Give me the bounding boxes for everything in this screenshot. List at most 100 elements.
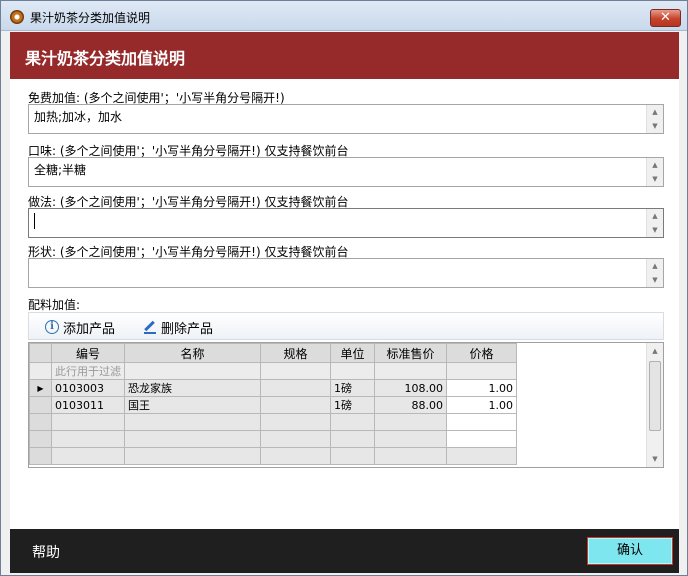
filter-cell[interactable] [374, 362, 447, 380]
table-row[interactable]: ▶ 0103003 恐龙家族 1磅 108.00 1.00 [29, 379, 517, 397]
scroll-up-icon[interactable]: ▲ [647, 106, 663, 118]
text-caret [34, 213, 35, 229]
current-row-indicator-icon: ▶ [29, 379, 52, 397]
filter-cell[interactable] [124, 362, 261, 380]
row-header [29, 413, 52, 431]
title-bar[interactable]: 果汁奶茶分类加值说明 ✕ [1, 1, 687, 31]
delete-product-label: 删除产品 [161, 321, 214, 337]
method-input[interactable]: ▲ ▼ [28, 208, 664, 238]
flavor-scrollbar[interactable]: ▲ ▼ [646, 158, 663, 186]
scroll-down-icon[interactable]: ▼ [647, 224, 663, 236]
window-title: 果汁奶茶分类加值说明 [30, 11, 151, 25]
empty-cell[interactable] [51, 430, 125, 448]
shape-scrollbar[interactable]: ▲ ▼ [646, 259, 663, 287]
empty-cell[interactable] [51, 413, 125, 431]
empty-cell[interactable] [124, 430, 261, 448]
cell-code[interactable]: 0103011 [51, 396, 125, 414]
empty-cell[interactable] [51, 447, 125, 465]
empty-cell[interactable] [374, 430, 447, 448]
flavor-input[interactable]: 全糖;半糖 ▲ ▼ [28, 157, 664, 187]
flavor-value: 全糖;半糖 [34, 163, 87, 177]
table-row[interactable]: 0103011 国王 1磅 88.00 1.00 [29, 396, 517, 414]
empty-cell[interactable] [330, 413, 375, 431]
empty-cell[interactable] [260, 430, 331, 448]
grid-scrollbar[interactable]: ▲ ▼ [646, 343, 663, 467]
cell-spec[interactable] [260, 379, 331, 397]
addon-toolbar: i 添加产品 删除产品 [28, 312, 664, 340]
scroll-down-icon[interactable]: ▼ [647, 453, 663, 465]
pen-icon [143, 320, 157, 334]
free-addon-scrollbar[interactable]: ▲ ▼ [646, 105, 663, 133]
addon-table: 编号 名称 规格 单位 标准售价 价格 此行用于过滤 ▶ 0103003 恐龙家… [29, 343, 517, 465]
free-addon-input[interactable]: 加热;加冰，加水 ▲ ▼ [28, 104, 664, 134]
filter-cell[interactable]: 此行用于过滤 [51, 362, 125, 380]
column-header[interactable]: 价格 [446, 343, 517, 363]
shape-input[interactable]: ▲ ▼ [28, 258, 664, 288]
empty-cell[interactable] [124, 413, 261, 431]
cell-price[interactable]: 1.00 [446, 379, 517, 397]
row-header [29, 362, 52, 380]
info-icon: i [45, 320, 59, 334]
empty-cell[interactable] [260, 447, 331, 465]
row-header [29, 396, 52, 414]
scroll-down-icon[interactable]: ▼ [647, 173, 663, 185]
add-product-button[interactable]: i 添加产品 [45, 318, 116, 337]
filter-row[interactable]: 此行用于过滤 [29, 362, 517, 380]
app-icon [10, 10, 24, 24]
addon-section-label: 配料加值: [28, 298, 81, 312]
filter-cell[interactable] [330, 362, 375, 380]
row-header [29, 430, 52, 448]
cell-name[interactable]: 恐龙家族 [124, 379, 261, 397]
cell-name[interactable]: 国王 [124, 396, 261, 414]
delete-product-button[interactable]: 删除产品 [143, 318, 214, 337]
empty-cell[interactable] [260, 413, 331, 431]
empty-cell[interactable] [330, 447, 375, 465]
close-icon: ✕ [660, 10, 671, 25]
empty-cell[interactable] [446, 413, 517, 431]
table-row[interactable] [29, 447, 517, 465]
empty-cell[interactable] [124, 447, 261, 465]
content-area: 免费加值: (多个之间使用'；'小写半角分号隔开!) 加热;加冰，加水 ▲ ▼ … [10, 79, 679, 529]
cell-spec[interactable] [260, 396, 331, 414]
row-header [29, 447, 52, 465]
empty-cell[interactable] [374, 413, 447, 431]
empty-cell[interactable] [446, 430, 517, 448]
confirm-button[interactable]: 确认 [587, 537, 673, 565]
header-banner: 果汁奶茶分类加值说明 [10, 32, 679, 79]
scroll-up-icon[interactable]: ▲ [647, 210, 663, 222]
cell-std-price[interactable]: 108.00 [374, 379, 447, 397]
free-addon-value: 加热;加冰，加水 [34, 110, 123, 124]
table-row[interactable] [29, 430, 517, 448]
cell-unit[interactable]: 1磅 [330, 379, 375, 397]
footer-bar: 帮助 确认 [10, 529, 679, 573]
grid-header-row: 编号 名称 规格 单位 标准售价 价格 [29, 343, 517, 363]
cell-price[interactable]: 1.00 [446, 396, 517, 414]
add-product-label: 添加产品 [63, 321, 116, 337]
scroll-down-icon[interactable]: ▼ [647, 274, 663, 286]
dialog-window: 果汁奶茶分类加值说明 ✕ 果汁奶茶分类加值说明 免费加值: (多个之间使用'；'… [0, 0, 688, 576]
filter-cell[interactable] [260, 362, 331, 380]
scroll-up-icon[interactable]: ▲ [647, 159, 663, 171]
row-header-corner [29, 343, 52, 363]
cell-code[interactable]: 0103003 [51, 379, 125, 397]
scroll-up-icon[interactable]: ▲ [647, 260, 663, 272]
column-header[interactable]: 单位 [330, 343, 375, 363]
close-button[interactable]: ✕ [650, 9, 681, 27]
scroll-up-icon[interactable]: ▲ [647, 345, 663, 357]
column-header[interactable]: 名称 [124, 343, 261, 363]
cell-unit[interactable]: 1磅 [330, 396, 375, 414]
empty-cell[interactable] [330, 430, 375, 448]
empty-cell[interactable] [374, 447, 447, 465]
scroll-down-icon[interactable]: ▼ [647, 120, 663, 132]
column-header[interactable]: 标准售价 [374, 343, 447, 363]
column-header[interactable]: 规格 [260, 343, 331, 363]
method-scrollbar[interactable]: ▲ ▼ [646, 209, 663, 237]
filter-cell[interactable] [446, 362, 517, 380]
help-button[interactable]: 帮助 [32, 542, 60, 562]
banner-title: 果汁奶茶分类加值说明 [25, 49, 186, 68]
table-row[interactable] [29, 413, 517, 431]
empty-cell[interactable] [446, 447, 517, 465]
cell-std-price[interactable]: 88.00 [374, 396, 447, 414]
scroll-thumb[interactable] [649, 361, 661, 431]
column-header[interactable]: 编号 [51, 343, 125, 363]
